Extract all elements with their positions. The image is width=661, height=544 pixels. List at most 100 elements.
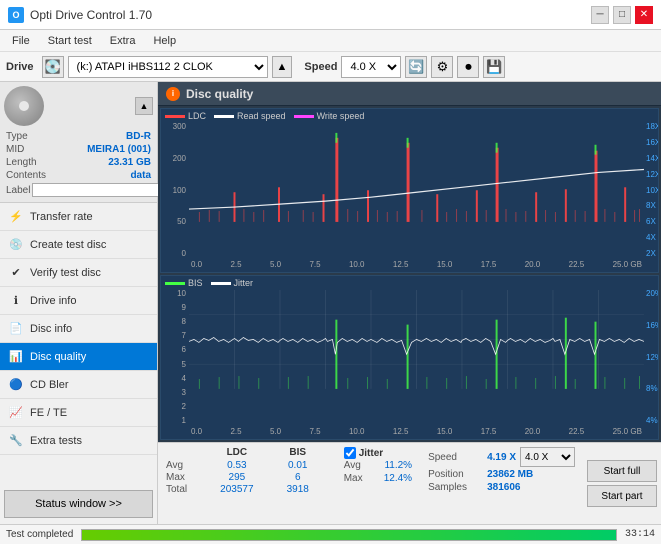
contents-value: data: [130, 170, 151, 181]
writespeed-legend-color: [294, 115, 314, 118]
nav-verify-test-disc[interactable]: ✔ Verify test disc: [0, 259, 157, 287]
minimize-button[interactable]: ─: [591, 6, 609, 24]
extra-tests-icon: 🔧: [8, 433, 24, 449]
disc-info-icon: 📄: [8, 321, 24, 337]
nav-disc-info[interactable]: 📄 Disc info: [0, 315, 157, 343]
chart2-yaxis-left: 10 9 8 7 6 5 4 3 2 1: [161, 290, 189, 425]
chart1-yaxis-right: 18X 16X 14X 12X 10X 8X 6X 4X 2X: [644, 123, 658, 258]
menu-bar: File Start test Extra Help: [0, 30, 661, 52]
jitter-label: Jitter: [359, 448, 383, 459]
nav-label-disc-info: Disc info: [30, 323, 72, 335]
content-icon: i: [166, 87, 180, 101]
drive-info-icon: ℹ: [8, 293, 24, 309]
restore-button[interactable]: □: [613, 6, 631, 24]
max-bis: 6: [268, 472, 328, 483]
nav-cd-bler[interactable]: 🔵 CD Bler: [0, 371, 157, 399]
action-buttons: Start full Start part: [583, 443, 661, 524]
disc-eject-button[interactable]: ▲: [135, 97, 153, 115]
chart2-xaxis: 0.0 2.5 5.0 7.5 10.0 12.5 15.0 17.5 20.0…: [189, 425, 644, 439]
menu-extra[interactable]: Extra: [102, 33, 144, 49]
chart1: LDC Read speed Write speed 300 200 10: [160, 108, 659, 273]
nav-disc-quality[interactable]: 📊 Disc quality: [0, 343, 157, 371]
nav-label-drive-info: Drive info: [30, 295, 76, 307]
speed-label: Speed: [304, 61, 337, 73]
nav-extra-tests[interactable]: 🔧 Extra tests: [0, 427, 157, 455]
drive-select[interactable]: (k:) ATAPI iHBS112 2 CLOK: [68, 56, 268, 78]
status-window-button[interactable]: Status window >>: [4, 490, 153, 518]
start-part-button[interactable]: Start part: [587, 485, 657, 507]
progress-fill: [82, 530, 616, 540]
ldc-legend-color: [165, 115, 185, 118]
max-label: Max: [166, 472, 206, 483]
speed-select[interactable]: 4.0 X: [341, 56, 401, 78]
app-icon: O: [8, 7, 24, 23]
drive-label: Drive: [6, 61, 34, 73]
verify-icon: ✔: [8, 265, 24, 281]
writespeed-legend-label: Write speed: [317, 111, 365, 121]
avg-bis: 0.01: [268, 460, 328, 471]
window-controls: ─ □ ✕: [591, 6, 653, 24]
max-ldc: 295: [207, 472, 267, 483]
start-full-button[interactable]: Start full: [587, 460, 657, 482]
bis-header: BIS: [268, 447, 328, 458]
progress-bar: [81, 529, 617, 541]
content-header: i Disc quality: [158, 82, 661, 106]
total-label: Total: [166, 484, 206, 495]
speed-section: Speed 4.19 X 4.0 X 8.0 X Max Position 23…: [420, 443, 583, 524]
nav-create-test-disc[interactable]: 💿 Create test disc: [0, 231, 157, 259]
total-ldc: 203577: [207, 484, 267, 495]
menu-help[interactable]: Help: [145, 33, 184, 49]
avg-label: Avg: [166, 460, 206, 471]
jitter-avg-label: Avg: [344, 460, 384, 471]
mid-value: MEIRA1 (001): [87, 144, 151, 155]
label-input[interactable]: [32, 183, 170, 197]
status-bar: Test completed 33:14: [0, 524, 661, 544]
position-key: Position: [428, 469, 483, 480]
jitter-legend-label: Jitter: [234, 278, 254, 288]
refresh-icon[interactable]: 🔄: [405, 56, 427, 78]
chart1-yaxis-left: 300 200 100 50 0: [161, 123, 189, 258]
disc-quality-icon: 📊: [8, 349, 24, 365]
eject-button[interactable]: ▲: [272, 56, 293, 78]
chart2-svg: [189, 290, 644, 389]
samples-key: Samples: [428, 482, 483, 493]
speed-dropdown[interactable]: 4.0 X 8.0 X Max: [520, 447, 575, 467]
bis-legend-color: [165, 282, 185, 285]
speed-val: 4.19 X: [487, 452, 516, 463]
record-icon[interactable]: ⏺: [457, 56, 479, 78]
nav-fe-te[interactable]: 📈 FE / TE: [0, 399, 157, 427]
readspeed-legend-label: Read speed: [237, 111, 286, 121]
nav-label-fe-te: FE / TE: [30, 407, 67, 419]
nav-label-disc-quality: Disc quality: [30, 351, 86, 363]
jitter-avg-val: 11.2%: [384, 460, 412, 471]
app-title: Opti Drive Control 1.70: [30, 8, 152, 22]
close-button[interactable]: ✕: [635, 6, 653, 24]
jitter-checkbox[interactable]: [344, 447, 356, 459]
nav-label-verify: Verify test disc: [30, 267, 101, 279]
nav-drive-info[interactable]: ℹ Drive info: [0, 287, 157, 315]
chart2-yaxis-right: 20% 16% 12% 8% 4%: [644, 290, 658, 425]
label-key: Label: [6, 185, 30, 196]
drive-icon: 💽: [42, 56, 64, 78]
readspeed-legend-color: [214, 115, 234, 118]
content-area: i Disc quality LDC Read speed: [158, 82, 661, 524]
stats-table: LDC BIS Avg 0.53 0.01 Max 295 6 Total 20…: [158, 443, 336, 524]
chart1-xaxis: 0.0 2.5 5.0 7.5 10.0 12.5 15.0 17.5 20.0…: [189, 258, 644, 272]
disc-panel: ▲ Type BD-R MID MEIRA1 (001) Length 23.3…: [0, 82, 157, 203]
nav-label-create-test: Create test disc: [30, 239, 106, 251]
length-value: 23.31 GB: [108, 157, 151, 168]
type-value: BD-R: [126, 131, 151, 142]
settings-icon[interactable]: ⚙: [431, 56, 453, 78]
menu-starttest[interactable]: Start test: [40, 33, 100, 49]
position-val: 23862 MB: [487, 469, 533, 480]
menu-file[interactable]: File: [4, 33, 38, 49]
chart1-legend: LDC Read speed Write speed: [161, 109, 658, 123]
nav-transfer-rate[interactable]: ⚡ Transfer rate: [0, 203, 157, 231]
nav-label-cd-bler: CD Bler: [30, 379, 69, 391]
nav-label-extra-tests: Extra tests: [30, 435, 82, 447]
save-icon[interactable]: 💾: [483, 56, 505, 78]
avg-ldc: 0.53: [207, 460, 267, 471]
chart1-svg: [189, 123, 644, 222]
contents-label: Contents: [6, 170, 46, 181]
jitter-max-val: 12.4%: [384, 473, 412, 484]
